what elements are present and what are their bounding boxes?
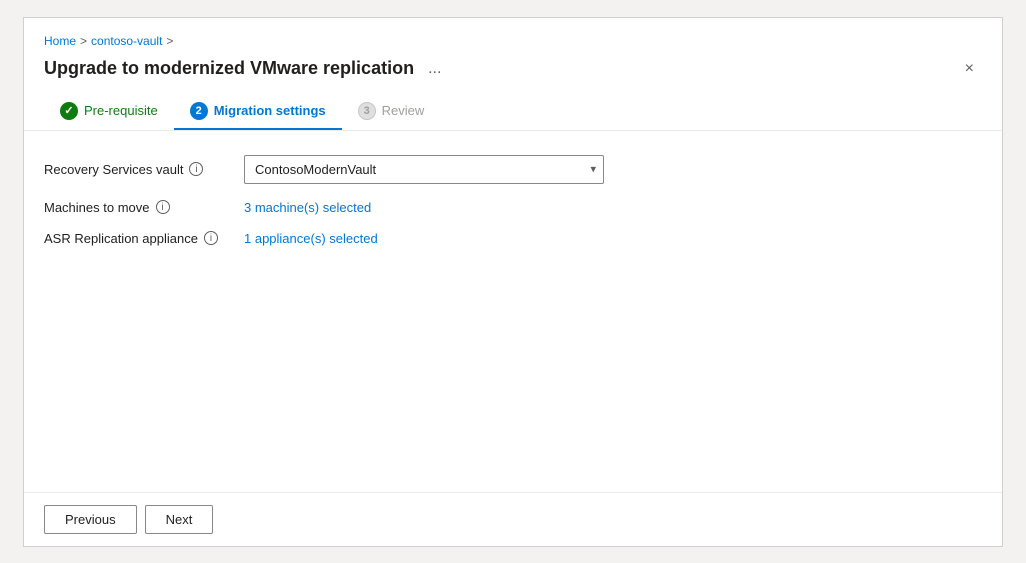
step-migration-settings-label: Migration settings — [214, 103, 326, 118]
asr-info-icon[interactable]: i — [204, 231, 218, 245]
close-button[interactable]: × — [957, 56, 982, 82]
vault-info-icon[interactable]: i — [189, 162, 203, 176]
previous-button[interactable]: Previous — [44, 505, 137, 534]
step-review-label: Review — [382, 103, 425, 118]
breadcrumb: Home > contoso-vault > — [44, 34, 982, 48]
breadcrumb-home[interactable]: Home — [44, 34, 76, 48]
vault-select[interactable]: ContosoModernVault — [244, 155, 604, 184]
step-prerequisite-icon: ✓ — [60, 102, 78, 120]
modal-title-row: Upgrade to modernized VMware replication… — [44, 56, 982, 82]
vault-control-wrapper: ContosoModernVault ▾ — [244, 155, 604, 184]
page-title: Upgrade to modernized VMware replication — [44, 58, 414, 79]
asr-link[interactable]: 1 appliance(s) selected — [244, 231, 378, 246]
modal-header: Home > contoso-vault > Upgrade to modern… — [24, 18, 1002, 131]
step-prerequisite[interactable]: ✓ Pre-requisite — [44, 94, 174, 130]
step-review-icon: 3 — [358, 102, 376, 120]
modal-overlay: Home > contoso-vault > Upgrade to modern… — [0, 0, 1026, 563]
vault-select-wrapper: ContosoModernVault ▾ — [244, 155, 604, 184]
vault-label: Recovery Services vault i — [44, 162, 244, 177]
upgrade-modal: Home > contoso-vault > Upgrade to modern… — [23, 17, 1003, 547]
next-button[interactable]: Next — [145, 505, 214, 534]
modal-title-inner: Upgrade to modernized VMware replication… — [44, 58, 447, 80]
modal-footer: Previous Next — [24, 492, 1002, 546]
modal-body: Recovery Services vault i ContosoModernV… — [24, 131, 1002, 492]
step-migration-settings[interactable]: 2 Migration settings — [174, 94, 342, 130]
form-row-asr: ASR Replication appliance i 1 appliance(… — [44, 231, 982, 246]
breadcrumb-sep1: > — [80, 34, 87, 48]
step-review[interactable]: 3 Review — [342, 94, 441, 130]
asr-control-wrapper: 1 appliance(s) selected — [244, 231, 604, 246]
machines-link[interactable]: 3 machine(s) selected — [244, 200, 371, 215]
machines-label: Machines to move i — [44, 200, 244, 215]
step-migration-settings-icon: 2 — [190, 102, 208, 120]
wizard-steps: ✓ Pre-requisite 2 Migration settings 3 — [44, 94, 982, 130]
machines-control-wrapper: 3 machine(s) selected — [244, 200, 604, 215]
breadcrumb-sep2: > — [166, 34, 173, 48]
step-prerequisite-label: Pre-requisite — [84, 103, 158, 118]
asr-label: ASR Replication appliance i — [44, 231, 244, 246]
form-row-vault: Recovery Services vault i ContosoModernV… — [44, 155, 982, 184]
form-row-machines: Machines to move i 3 machine(s) selected — [44, 200, 982, 215]
ellipsis-button[interactable]: ... — [422, 58, 447, 80]
breadcrumb-vault[interactable]: contoso-vault — [91, 34, 162, 48]
machines-info-icon[interactable]: i — [156, 200, 170, 214]
